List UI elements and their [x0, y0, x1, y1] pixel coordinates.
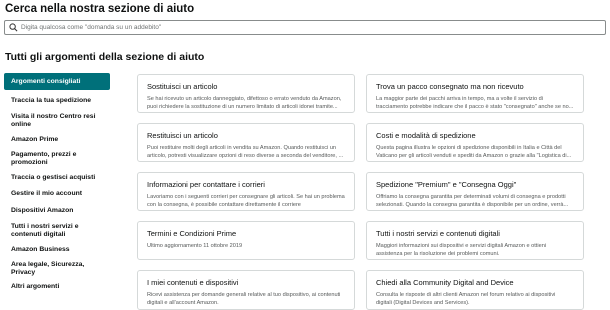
card-title: Informazioni per contattare i corrieri	[147, 180, 265, 189]
card-desc-line: Offriamo la consegna garantita per deter…	[376, 194, 566, 200]
card-desc-line: Se hai ricevuto un articolo danneggiato,…	[147, 96, 342, 102]
card-desc-line: digitali e all'account Amazon.	[147, 300, 219, 306]
card-desc-line: articolo, potresti visualizzare opzioni …	[147, 153, 344, 159]
card-title: Chiedi alla Community Digital and Device	[376, 278, 514, 287]
card-title: Tutti i nostri servizi e contenuti digit…	[376, 229, 500, 238]
help-card[interactable]: Sostituisci un articolo Se hai ricevuto …	[137, 74, 355, 113]
card-desc-line: selezionati. Quando la consegna garantit…	[376, 202, 569, 208]
card-description: Ultimo aggiornamento 11 ottobre 2019	[147, 242, 345, 250]
sidebar-item-traccia-acquisti[interactable]: Traccia o gestisci acquisti	[4, 173, 110, 183]
card-desc-line: tracciamento potrebbe indicare che il pa…	[376, 104, 574, 110]
card-title: I miei contenuti e dispositivi	[147, 278, 239, 287]
card-description: Puoi restituire molti degli articoli in …	[147, 144, 345, 160]
card-desc-line: Consulta le risposte di altri clienti Am…	[376, 292, 556, 298]
card-title: Termini e Condizioni Prime	[147, 229, 237, 238]
help-card[interactable]: Informazioni per contattare i corrieri L…	[137, 172, 355, 211]
sidebar-item-altri-argomenti[interactable]: Altri argomenti	[4, 282, 110, 292]
help-card[interactable]: Spedizione "Premium" e "Consegna Oggi" O…	[366, 172, 584, 211]
search-box[interactable]	[4, 20, 606, 35]
card-desc-line: puoi richiedere la sostituzione di un nu…	[147, 104, 338, 110]
card-desc-line: Questa pagina illustra le opzioni di spe…	[376, 145, 562, 151]
card-title: Sostituisci un articolo	[147, 82, 218, 91]
card-description: Ricevi assistenza per domande generali r…	[147, 291, 345, 307]
sidebar-item-pagamento[interactable]: Pagamento, prezzi e promozioni	[4, 150, 94, 168]
card-title: Spedizione "Premium" e "Consegna Oggi"	[376, 180, 517, 189]
sidebar: Argomenti consigliati Traccia la tua spe…	[4, 73, 110, 292]
help-card[interactable]: Termini e Condizioni Prime Ultimo aggior…	[137, 221, 355, 260]
section-title: Tutti gli argomenti della sezione di aiu…	[5, 51, 205, 63]
card-description: Lavoriamo con i seguenti corrieri per co…	[147, 193, 345, 209]
card-title: Trova un pacco consegnato ma non ricevut…	[376, 82, 524, 91]
help-card[interactable]: Chiedi alla Community Digital and Device…	[366, 270, 584, 310]
help-card[interactable]: Tutti i nostri servizi e contenuti digit…	[366, 221, 584, 260]
sidebar-item-traccia-spedizione[interactable]: Traccia la tua spedizione	[4, 96, 110, 106]
card-desc-line: Puoi restituire molti degli articoli in …	[147, 145, 337, 151]
card-desc-line: Vaticano per gli articoli venduti e sped…	[376, 153, 572, 159]
search-input[interactable]	[21, 24, 581, 31]
card-description: La maggior parte dei pacchi arriva in te…	[376, 95, 574, 111]
card-desc-line: assistenza per la risoluzione dei proble…	[376, 251, 500, 257]
sidebar-item-gestire-account[interactable]: Gestire il mio account	[4, 189, 110, 199]
sidebar-item-dispositivi-amazon[interactable]: Dispositivi Amazon	[4, 206, 110, 216]
sidebar-item-amazon-prime[interactable]: Amazon Prime	[4, 135, 110, 145]
card-title: Costi e modalità di spedizione	[376, 131, 476, 140]
card-desc-line: con la consegna, è possibile contattare …	[147, 202, 301, 208]
card-desc-line: Ricevi assistenza per domande generali r…	[147, 292, 341, 298]
card-desc-line: digitali (Digital Devices and Services).	[376, 300, 470, 306]
help-card[interactable]: Trova un pacco consegnato ma non ricevut…	[366, 74, 584, 113]
sidebar-item-amazon-business[interactable]: Amazon Business	[4, 245, 110, 255]
help-card[interactable]: Restituisci un articolo Puoi restituire …	[137, 123, 355, 162]
search-title: Cerca nella nostra sezione di aiuto	[5, 3, 195, 15]
card-desc-line: Maggiori informazioni sui dispositivi e …	[376, 243, 547, 249]
card-desc-line: Ultimo aggiornamento 11 ottobre 2019	[147, 243, 243, 249]
help-card[interactable]: I miei contenuti e dispositivi Ricevi as…	[137, 270, 355, 310]
help-card[interactable]: Costi e modalità di spedizione Questa pa…	[366, 123, 584, 162]
sidebar-item-argomenti-consigliati[interactable]: Argomenti consigliati	[4, 73, 110, 90]
sidebar-item-area-legale[interactable]: Area legale, Sicurezza, Privacy	[4, 260, 99, 278]
sidebar-item-centro-resi[interactable]: Visita il nostro Centro resi online	[4, 112, 104, 130]
card-description: Se hai ricevuto un articolo danneggiato,…	[147, 95, 345, 111]
search-icon	[9, 23, 18, 32]
card-description: Offriamo la consegna garantita per deter…	[376, 193, 574, 209]
card-desc-line: Lavoriamo con i seguenti corrieri per co…	[147, 194, 345, 200]
card-title: Restituisci un articolo	[147, 131, 218, 140]
card-desc-line: La maggior parte dei pacchi arriva in te…	[376, 96, 543, 102]
sidebar-item-servizi-digitali[interactable]: Tutti i nostri servizi e contenuti digit…	[4, 222, 102, 240]
card-description: Maggiori informazioni sui dispositivi e …	[376, 242, 574, 258]
card-description: Questa pagina illustra le opzioni di spe…	[376, 144, 574, 160]
card-description: Consulta le risposte di altri clienti Am…	[376, 291, 574, 307]
